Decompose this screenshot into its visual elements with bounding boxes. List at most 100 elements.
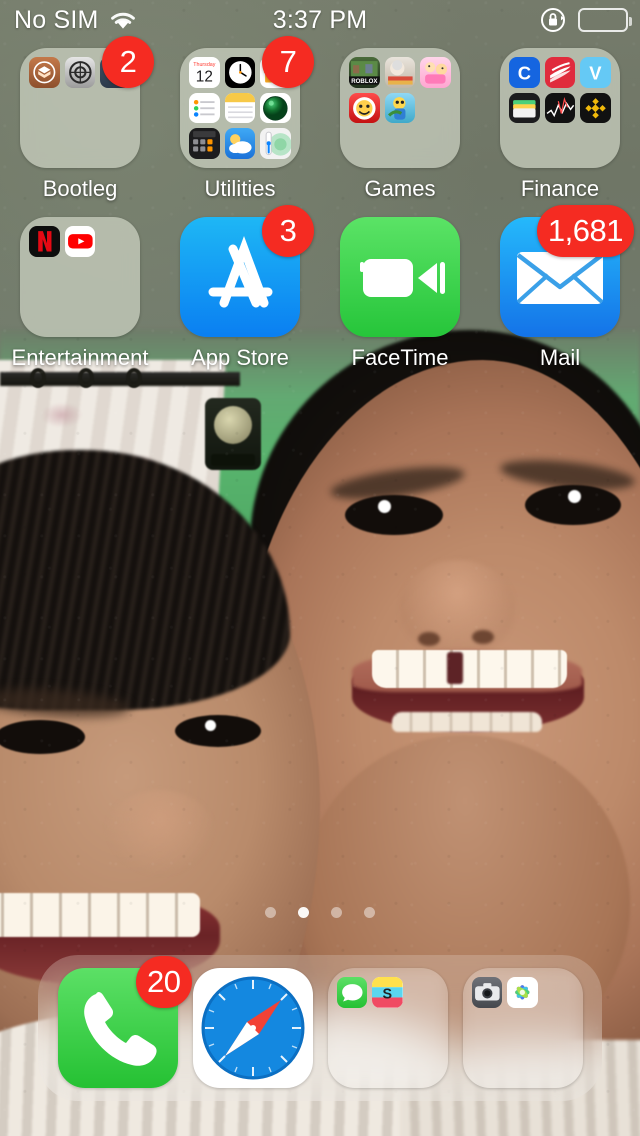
dock-item-photography-folder[interactable] xyxy=(462,968,583,1088)
dock: 20 S xyxy=(38,955,602,1101)
wallpaper-teeth xyxy=(372,650,567,688)
page-dot-1[interactable] xyxy=(265,907,276,918)
app-cell-app-store[interactable]: 3 App Store xyxy=(160,205,320,371)
mini-slot-empty xyxy=(349,128,380,159)
mini-slot-empty xyxy=(29,262,60,293)
mini-slot-empty xyxy=(100,226,131,257)
svg-text:C: C xyxy=(518,62,531,83)
app-icon-grid: E 2 Bootleg Thursday 12 xyxy=(0,36,640,371)
wallpaper-curtain-ring xyxy=(78,368,94,388)
video-camera-icon xyxy=(360,259,445,297)
app-label-games: Games xyxy=(364,176,436,201)
wallpaper-eye xyxy=(175,715,261,747)
dock-item-social-folder[interactable]: S xyxy=(327,968,448,1088)
mini-slot-empty xyxy=(100,128,131,159)
mini-slot-empty xyxy=(65,297,96,328)
folder-icon-games[interactable]: ROBLOX xyxy=(340,48,460,168)
app-cell-finance[interactable]: C V Finance xyxy=(480,48,640,202)
page-dot-2-active[interactable] xyxy=(298,907,309,918)
mini-slot-empty xyxy=(545,128,576,159)
svg-text:V: V xyxy=(590,62,603,83)
rotation-lock-icon xyxy=(540,7,566,33)
svg-text:12: 12 xyxy=(196,69,213,86)
wallpaper-nostril xyxy=(472,630,494,644)
icon-wrap[interactable]: C V xyxy=(500,48,620,168)
icon-wrap[interactable]: ROBLOX xyxy=(340,48,460,168)
status-bar: No SIM 3:37 PM xyxy=(0,0,640,40)
dock-item-safari[interactable] xyxy=(192,968,313,1088)
mini-icon-game-3 xyxy=(420,57,451,88)
mini-slot-empty xyxy=(509,128,540,159)
mini-slot-empty xyxy=(420,128,451,159)
icon-wrap[interactable]: 3 xyxy=(180,205,314,337)
folder-icon-entertainment[interactable] xyxy=(20,217,140,337)
mini-slot-empty xyxy=(408,977,439,1008)
mini-icon-clock xyxy=(224,57,256,88)
mini-slot-empty xyxy=(580,128,611,159)
badge-bootleg: 2 xyxy=(102,36,154,88)
mini-icon-compass xyxy=(260,92,291,124)
app-icon-facetime[interactable] xyxy=(340,217,460,337)
mini-slot-empty xyxy=(29,93,60,124)
mini-slot-empty xyxy=(29,128,60,159)
app-cell-entertainment[interactable]: Entertainment xyxy=(0,217,160,371)
icon-wrap[interactable] xyxy=(20,217,140,337)
app-cell-facetime[interactable]: FaceTime xyxy=(320,217,480,371)
dock-item-phone[interactable]: 20 xyxy=(57,956,192,1088)
mini-slot-empty xyxy=(372,1048,403,1079)
page-dot-4[interactable] xyxy=(364,907,375,918)
page-dot-3[interactable] xyxy=(331,907,342,918)
wallpaper-eye-highlight xyxy=(378,500,391,513)
mini-icon-game-2 xyxy=(384,57,416,88)
mini-slot-empty xyxy=(100,262,131,293)
mini-icon-stocks xyxy=(544,92,576,124)
mini-icon-sileo xyxy=(64,57,96,88)
icon-wrap[interactable]: 1,681 xyxy=(500,205,634,337)
mini-slot-empty xyxy=(385,128,416,159)
mini-slot-empty xyxy=(472,1048,503,1079)
app-cell-mail[interactable]: 1,681 Mail xyxy=(480,205,640,371)
compass-icon xyxy=(201,976,304,1080)
svg-text:S: S xyxy=(383,986,393,1002)
mini-slot-empty xyxy=(543,1048,574,1079)
icon-wrap[interactable]: Thursday 12 7 xyxy=(180,36,314,168)
mini-icon-calendar: Thursday 12 xyxy=(189,57,220,88)
wallpaper-eye-highlight xyxy=(205,720,216,731)
wallpaper-curtain-ring xyxy=(30,368,46,388)
app-label-utilities: Utilities xyxy=(204,176,276,201)
mini-slot-empty xyxy=(408,1013,439,1044)
app-icon-safari[interactable] xyxy=(192,968,313,1088)
app-cell-utilities[interactable]: Thursday 12 7 Utilities xyxy=(160,36,320,202)
folder-icon-photography[interactable] xyxy=(462,968,583,1088)
mini-icon-bank-of-america xyxy=(544,57,576,88)
mini-icon-calculator xyxy=(189,128,220,159)
folder-icon-social[interactable]: S xyxy=(327,968,448,1088)
mini-slot-empty xyxy=(507,1013,538,1044)
badge-utilities: 7 xyxy=(262,36,314,88)
wallpaper-nose xyxy=(105,790,215,875)
wallpaper-nose xyxy=(400,560,515,655)
mini-slot-empty xyxy=(29,297,60,328)
wallpaper-eye xyxy=(345,495,443,535)
wallpaper-wall-clock xyxy=(205,398,261,470)
mini-icon-camera xyxy=(471,977,503,1008)
app-cell-bootleg[interactable]: E 2 Bootleg xyxy=(0,36,160,202)
mini-icon-game-5 xyxy=(384,92,416,124)
page-indicator-dots[interactable] xyxy=(0,907,640,918)
svg-text:ROBLOX: ROBLOX xyxy=(351,78,378,85)
folder-icon-finance[interactable]: C V xyxy=(500,48,620,168)
mini-slot-empty xyxy=(420,93,451,124)
mini-icon-netflix xyxy=(29,226,60,257)
wallpaper-lower-teeth xyxy=(392,712,542,732)
mini-icon-weather xyxy=(224,128,256,159)
mini-slot-empty xyxy=(100,93,131,124)
mini-slot-empty xyxy=(65,262,96,293)
icon-wrap[interactable] xyxy=(340,217,460,337)
wallpaper-teeth-gap xyxy=(447,652,463,684)
mini-icon-roblox: ROBLOX xyxy=(349,57,380,88)
app-cell-games[interactable]: ROBLOX Games xyxy=(320,48,480,202)
mini-icon-chime: C xyxy=(509,57,540,88)
icon-wrap[interactable]: E 2 xyxy=(20,36,154,168)
mini-slot-empty xyxy=(337,1048,368,1079)
mini-icon-messages xyxy=(336,977,368,1008)
